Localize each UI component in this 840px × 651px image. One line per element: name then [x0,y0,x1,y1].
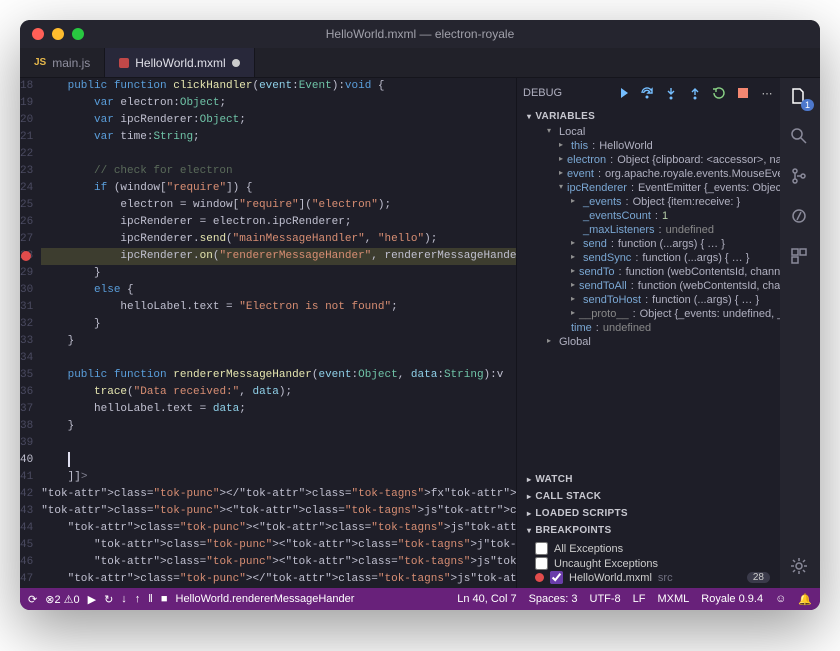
status-bar: ⟳ ⊗2 ⚠0 ▶ ↻ ↓ ↑ ‖ ■ HelloWorld.rendererM… [20,588,820,610]
sync-icon[interactable]: ⟳ [28,593,37,606]
restart-icon[interactable] [712,86,726,100]
status-spaces[interactable]: Spaces: 3 [529,593,578,605]
modified-indicator-icon [232,59,240,67]
scope-local[interactable]: ▾Local [517,125,780,139]
step-out-icon[interactable] [688,86,702,100]
status-encoding[interactable]: UTF-8 [590,593,621,605]
var--eventscount[interactable]: _eventsCount: 1 [517,209,780,223]
bp-uncaught-checkbox[interactable] [535,557,548,570]
close-icon[interactable] [32,28,44,40]
debug-lower-sections: ▸WATCH ▸CALL STACK ▸LOADED SCRIPTS ▾BREA… [517,471,780,588]
stop-icon[interactable] [736,86,750,100]
callstack-header[interactable]: ▸CALL STACK [517,488,780,505]
extensions-icon[interactable] [789,246,811,268]
debug-toolbar: ⋯ [616,86,774,100]
activity-bar: 1 [780,78,820,588]
status-stepinto-icon[interactable]: ↓ [121,593,127,606]
bp-file-checkbox[interactable] [550,571,563,584]
status-stepout-icon[interactable]: ↑ [135,593,141,606]
breakpoint-dot-icon [535,573,544,582]
debug-header: DEBUG ⋯ [517,78,780,108]
debug-activity-icon[interactable] [789,206,811,228]
settings-gear-icon[interactable] [789,556,811,578]
flex-file-icon [119,58,129,68]
debug-panel: DEBUG ⋯ ▾VARIABLES ▾Local ▸this:HelloWor… [516,78,780,588]
line-numbers: 1819202122232425262728293031323334353637… [20,78,41,588]
maximize-icon[interactable] [72,28,84,40]
more-icon[interactable]: ⋯ [760,86,774,100]
step-over-icon[interactable] [640,86,654,100]
var-sendto[interactable]: ▸sendTo: function (webContentsId, channe… [517,265,780,279]
var---proto--[interactable]: ▸__proto__: Object {_events: undefined, … [517,307,780,321]
status-stepover-icon[interactable]: ↻ [104,593,113,606]
watch-header[interactable]: ▸WATCH [517,471,780,488]
bp-line-badge: 28 [747,572,770,583]
js-file-icon: JS [34,57,46,68]
main-area: 1819202122232425262728293031323334353637… [20,78,820,588]
var-event[interactable]: ▸event:org.apache.royale.events.MouseEve… [517,167,780,181]
continue-icon[interactable] [616,86,630,100]
code-editor[interactable]: 1819202122232425262728293031323334353637… [20,78,516,588]
var-sendtoall[interactable]: ▸sendToAll: function (webContentsId, cha… [517,279,780,293]
debug-controls-status: ▶ ↻ ↓ ↑ ‖ ■ [88,593,168,606]
tab-bar: JS main.js HelloWorld.mxml [20,48,820,78]
status-stop-icon[interactable]: ■ [161,593,168,606]
bp-file-item[interactable]: HelloWorld.mxml src 28 [535,571,770,584]
variables-section: ▾VARIABLES ▾Local ▸this:HelloWorld ▸elec… [517,108,780,349]
status-lang[interactable]: MXML [658,593,690,605]
debug-title: DEBUG [523,87,562,99]
bp-all-checkbox[interactable] [535,542,548,555]
app-window: HelloWorld.mxml — electron-royale JS mai… [20,20,820,610]
status-right: Ln 40, Col 7 Spaces: 3 UTF-8 LF MXML Roy… [457,593,812,606]
bp-uncaught-exceptions[interactable]: Uncaught Exceptions [535,556,770,571]
var-send[interactable]: ▸send: function (...args) { … } [517,237,780,251]
var-this[interactable]: ▸this:HelloWorld [517,139,780,153]
step-into-icon[interactable] [664,86,678,100]
tab-label: HelloWorld.mxml [135,56,225,70]
var-sendtohost[interactable]: ▸sendToHost: function (...args) { … } [517,293,780,307]
var--events[interactable]: ▸_events: Object {item:receive: } [517,195,780,209]
tab-helloworld-mxml[interactable]: HelloWorld.mxml [105,48,254,77]
titlebar: HelloWorld.mxml — electron-royale [20,20,820,48]
loaded-scripts-header[interactable]: ▸LOADED SCRIPTS [517,505,780,522]
status-royale[interactable]: Royale 0.9.4 [701,593,763,605]
bell-icon[interactable]: 🔔 [798,593,812,606]
errors-warnings[interactable]: ⊗2 ⚠0 [45,593,79,606]
explorer-icon[interactable]: 1 [789,86,811,108]
search-icon[interactable] [789,126,811,148]
variables-header[interactable]: ▾VARIABLES [517,108,780,125]
var-time[interactable]: ▸time:undefined [517,321,780,335]
code-content[interactable]: public function clickHandler(event:Event… [41,78,516,588]
breakpoints-list: All Exceptions Uncaught Exceptions Hello… [517,539,780,588]
source-control-icon[interactable] [789,166,811,188]
tab-main-js[interactable]: JS main.js [20,48,105,77]
status-continue-icon[interactable]: ▶ [88,593,96,606]
window-controls [20,28,84,40]
var-sendsync[interactable]: ▸sendSync: function (...args) { … } [517,251,780,265]
minimize-icon[interactable] [52,28,64,40]
status-eol[interactable]: LF [633,593,646,605]
var--maxlisteners[interactable]: _maxListeners: undefined [517,223,780,237]
breakpoints-header[interactable]: ▾BREAKPOINTS [517,522,780,539]
status-left: ⟳ ⊗2 ⚠0 ▶ ↻ ↓ ↑ ‖ ■ HelloWorld.rendererM… [28,593,354,606]
status-lncol[interactable]: Ln 40, Col 7 [457,593,516,605]
var-electron[interactable]: ▸electron:Object {clipboard: <accessor>,… [517,153,780,167]
tab-label: main.js [52,56,90,70]
var-ipcrenderer[interactable]: ▾ipcRenderer:EventEmitter {_events: Obje… [517,181,780,195]
explorer-badge: 1 [801,99,814,111]
window-title: HelloWorld.mxml — electron-royale [326,27,515,41]
status-pause-icon[interactable]: ‖ [148,593,153,606]
scope-global[interactable]: ▸Global [517,335,780,349]
status-context[interactable]: HelloWorld.rendererMessageHander [176,593,355,605]
bp-all-exceptions[interactable]: All Exceptions [535,541,770,556]
breakpoint-marker-icon[interactable] [21,251,31,261]
feedback-icon[interactable]: ☺ [775,593,786,605]
